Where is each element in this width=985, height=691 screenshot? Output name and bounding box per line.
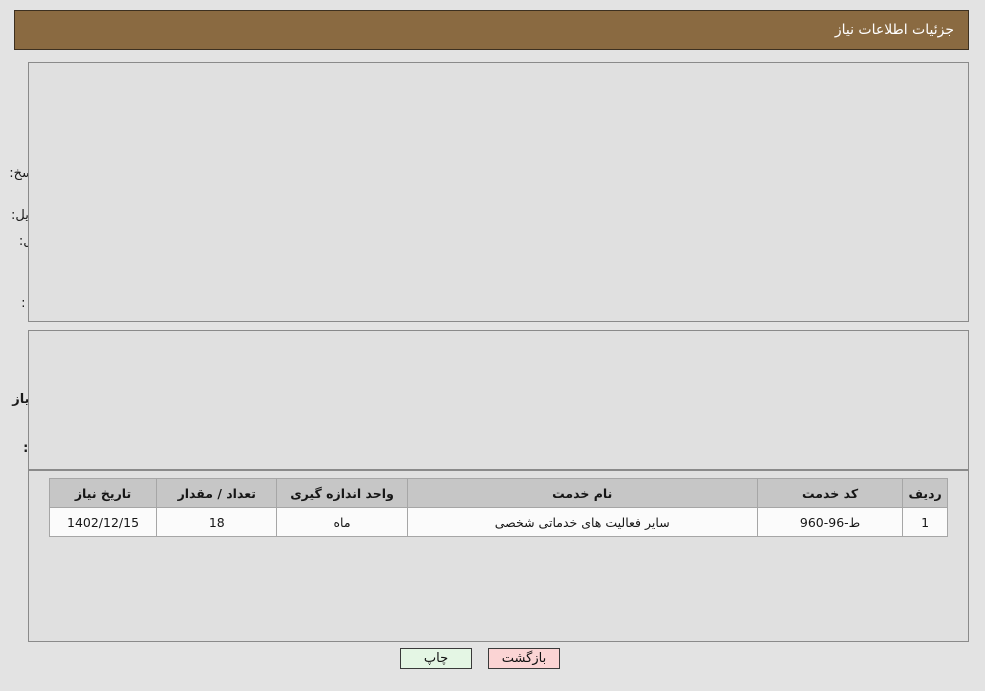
back-button[interactable]: بازگشت (488, 648, 560, 669)
services-info-panel (28, 330, 969, 470)
table-row: 1 ط-96-960 سایر فعالیت های خدماتی شخصی م… (48, 507, 948, 537)
cell-quantity: 18 (156, 507, 278, 537)
column-header-quantity: تعداد / مقدار (156, 478, 278, 508)
column-header-service-name: نام خدمت (406, 478, 758, 508)
column-header-service-code: کد خدمت (756, 478, 904, 508)
need-info-panel (28, 62, 969, 322)
services-table: ردیف کد خدمت نام خدمت واحد اندازه گیری ت… (48, 478, 948, 537)
cell-service-code: ط-96-960 (756, 507, 904, 537)
page-header: جزئیات اطلاعات نیاز (14, 10, 969, 50)
cell-service-name: سایر فعالیت های خدماتی شخصی (406, 507, 758, 537)
cell-need-date: 1402/12/15 (48, 507, 158, 537)
cell-unit: ماه (276, 507, 408, 537)
column-header-row-no: ردیف (902, 478, 948, 508)
print-button[interactable]: چاپ (400, 648, 472, 669)
column-header-unit: واحد اندازه گیری (276, 478, 408, 508)
page-title: جزئیات اطلاعات نیاز (834, 22, 954, 38)
cell-row-no: 1 (902, 507, 948, 537)
column-header-need-date: تاریخ نیاز (48, 478, 158, 508)
table-header-row: ردیف کد خدمت نام خدمت واحد اندازه گیری ت… (48, 478, 948, 508)
